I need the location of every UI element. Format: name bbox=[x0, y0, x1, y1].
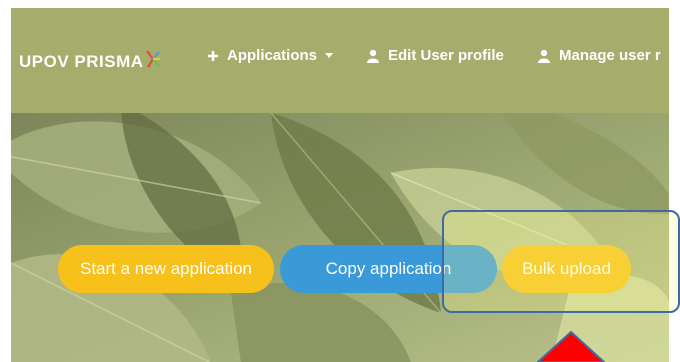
nav-applications-label: Applications bbox=[227, 47, 318, 64]
pointer-arrow-icon bbox=[536, 330, 606, 362]
user-icon bbox=[538, 49, 550, 63]
navbar: UPOV PRISMA Applications Edit User profi… bbox=[11, 8, 669, 113]
nav-applications[interactable]: Applications bbox=[208, 47, 334, 64]
nav-manage-users-label: Manage user r bbox=[559, 47, 661, 64]
prisma-logo-icon bbox=[145, 50, 160, 68]
brand-text: UPOV PRISMA bbox=[19, 52, 144, 71]
highlight-box bbox=[442, 210, 680, 313]
nav-manage-users[interactable]: Manage user r bbox=[538, 47, 661, 64]
plus-icon bbox=[208, 50, 218, 61]
brand-logo[interactable]: UPOV PRISMA bbox=[19, 50, 161, 72]
nav-edit-user-profile[interactable]: Edit User profile bbox=[367, 47, 504, 64]
nav-edit-user-profile-label: Edit User profile bbox=[388, 47, 504, 64]
start-new-application-button[interactable]: Start a new application bbox=[58, 245, 274, 293]
chevron-down-icon bbox=[325, 53, 334, 58]
user-icon bbox=[367, 49, 379, 63]
